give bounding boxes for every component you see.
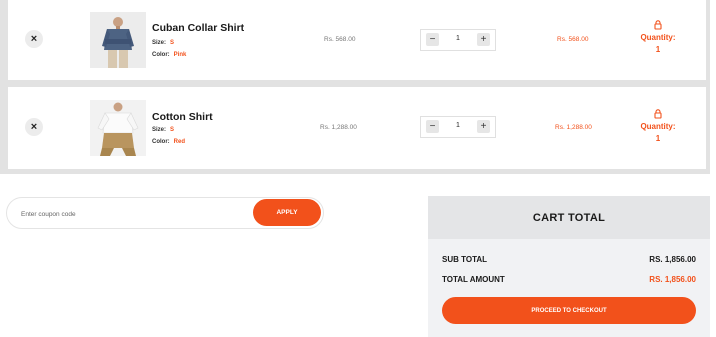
line-subtotal: Rs. 1,288.00: [555, 124, 592, 131]
sub-total-value: RS. 1,856.00: [649, 255, 696, 264]
apply-coupon-button[interactable]: APPLY: [253, 199, 321, 226]
quantity-stepper: − 1 +: [420, 29, 496, 51]
size-value: S: [170, 127, 175, 133]
coupon-form: APPLY: [6, 197, 324, 229]
quantity-summary: Quantity: 1: [634, 20, 682, 56]
quantity-count: 1: [655, 45, 661, 54]
product-color: Color: Pink: [152, 52, 186, 58]
cart-row: × Cuban Collar Shirt Size: S Color: Pink R…: [8, 0, 706, 80]
color-label: Color:: [152, 52, 170, 58]
cart-table: × Cuban Collar Shirt Size: S Color: Pink R…: [0, 0, 710, 174]
quantity-label: Quantity:: [640, 122, 676, 131]
remove-item-button[interactable]: ×: [25, 118, 43, 136]
cart-row: × Cotton Shirt Size: S Color: Red Rs. 1,28…: [8, 87, 706, 169]
coupon-code-input[interactable]: [19, 206, 243, 222]
unit-price: Rs. 568.00: [324, 36, 356, 43]
product-image[interactable]: [90, 12, 146, 68]
decrease-quantity-button[interactable]: −: [426, 120, 439, 133]
remove-item-button[interactable]: ×: [25, 30, 43, 48]
quantity-summary: Quantity: 1: [634, 109, 682, 145]
total-amount-value: RS. 1,856.00: [649, 275, 696, 284]
lock-icon: [654, 20, 662, 30]
shirt-photo: [90, 100, 146, 156]
proceed-to-checkout-button[interactable]: PROCEED TO CHECKOUT: [442, 297, 696, 324]
quantity-value[interactable]: 1: [449, 122, 467, 129]
product-size: Size: S: [152, 40, 174, 46]
increase-quantity-button[interactable]: +: [477, 33, 490, 46]
quantity-label: Quantity:: [640, 33, 676, 42]
cart-total-panel: CART TOTAL SUB TOTAL RS. 1,856.00 TOTAL …: [428, 196, 710, 337]
product-name[interactable]: Cotton Shirt: [152, 111, 213, 123]
product-name[interactable]: Cuban Collar Shirt: [152, 22, 244, 34]
size-label: Size:: [152, 127, 167, 133]
product-size: Size: S: [152, 127, 174, 133]
increase-quantity-button[interactable]: +: [477, 120, 490, 133]
line-subtotal: Rs. 568.00: [557, 36, 589, 43]
lock-icon: [654, 109, 662, 119]
color-label: Color:: [152, 139, 170, 145]
color-value: Pink: [173, 52, 187, 58]
size-label: Size:: [152, 40, 167, 46]
size-value: S: [170, 40, 175, 46]
product-color: Color: Red: [152, 139, 185, 145]
quantity-value[interactable]: 1: [449, 35, 467, 42]
quantity-count: 1: [655, 134, 661, 143]
cart-total-title: CART TOTAL: [428, 196, 710, 239]
unit-price: Rs. 1,288.00: [320, 124, 357, 131]
decrease-quantity-button[interactable]: −: [426, 33, 439, 46]
quantity-stepper: − 1 +: [420, 116, 496, 138]
shirt-photo: [90, 12, 146, 68]
close-icon: ×: [30, 121, 38, 133]
color-value: Red: [173, 139, 186, 145]
product-image[interactable]: [90, 100, 146, 156]
total-amount-label: TOTAL AMOUNT: [442, 275, 505, 284]
close-icon: ×: [30, 33, 38, 45]
sub-total-label: SUB TOTAL: [442, 255, 488, 264]
